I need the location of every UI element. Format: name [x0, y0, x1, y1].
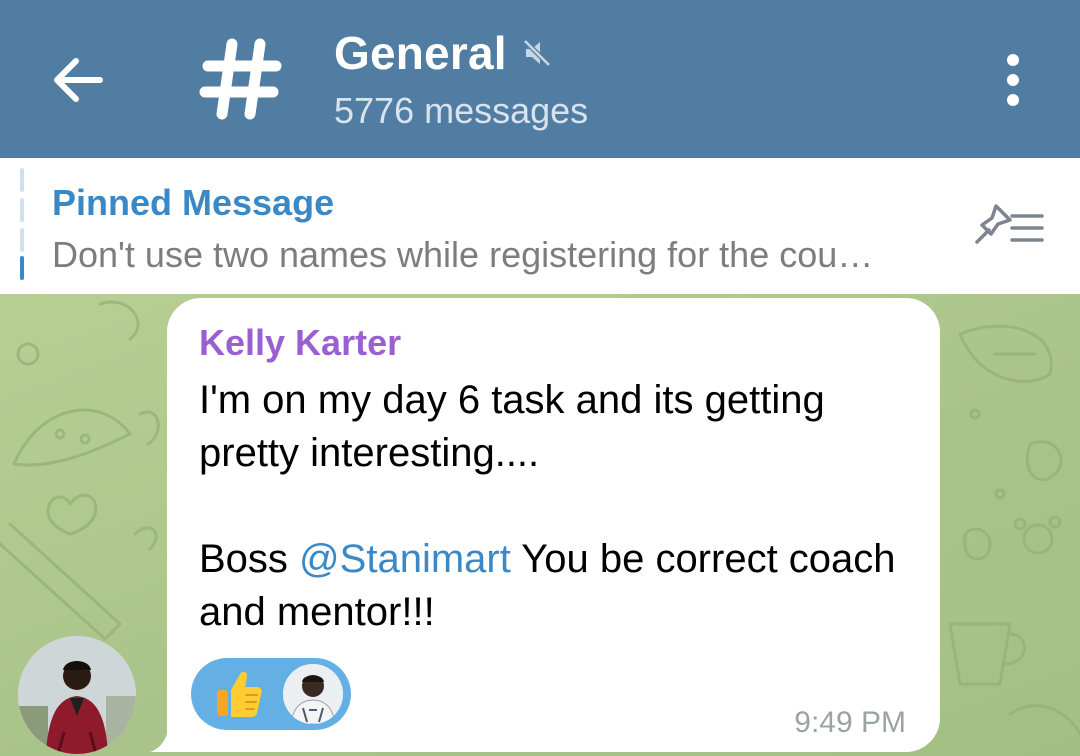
muted-speaker-icon — [520, 36, 554, 70]
pin-list-icon — [975, 204, 1044, 244]
message-paragraph-2: Boss @Stanimart You be correct coach and… — [199, 533, 919, 639]
more-vertical-icon — [1007, 54, 1019, 106]
pinned-preview: Don't use two names while registering fo… — [52, 234, 874, 275]
chat-title[interactable]: General — [334, 26, 507, 80]
thumbs-up-icon — [217, 671, 262, 717]
more-menu-button[interactable] — [990, 50, 1036, 110]
chat-area[interactable]: Kelly Karter I'm on my day 6 task and it… — [0, 294, 1080, 756]
pinned-message-bar[interactable]: Pinned Message Don't use two names while… — [0, 158, 1080, 294]
sender-name[interactable]: Kelly Karter — [199, 322, 401, 364]
arrow-left-icon — [54, 58, 103, 102]
channel-avatar[interactable] — [196, 34, 286, 124]
message-count: 5776 messages — [334, 90, 589, 131]
message-paragraph-1: I'm on my day 6 task and its getting pre… — [199, 378, 825, 475]
message-text: I'm on my day 6 task and its getting pre… — [199, 374, 919, 639]
pinned-title: Pinned Message — [52, 182, 335, 223]
chat-header: General 5776 messages — [0, 0, 1080, 158]
message-text-prefix: Boss — [199, 537, 300, 581]
message-bubble[interactable]: Kelly Karter I'm on my day 6 task and it… — [167, 298, 940, 752]
message-time: 9:49 PM — [794, 706, 906, 739]
sender-avatar[interactable] — [18, 636, 136, 754]
hash-icon — [199, 38, 282, 120]
pin-list-button[interactable] — [970, 198, 1050, 254]
back-button[interactable] — [44, 48, 112, 112]
reaction-chip[interactable] — [191, 658, 351, 730]
reactor-avatar — [283, 664, 343, 724]
pin-indicator — [20, 168, 26, 280]
mention-link[interactable]: @Stanimart — [299, 537, 511, 581]
